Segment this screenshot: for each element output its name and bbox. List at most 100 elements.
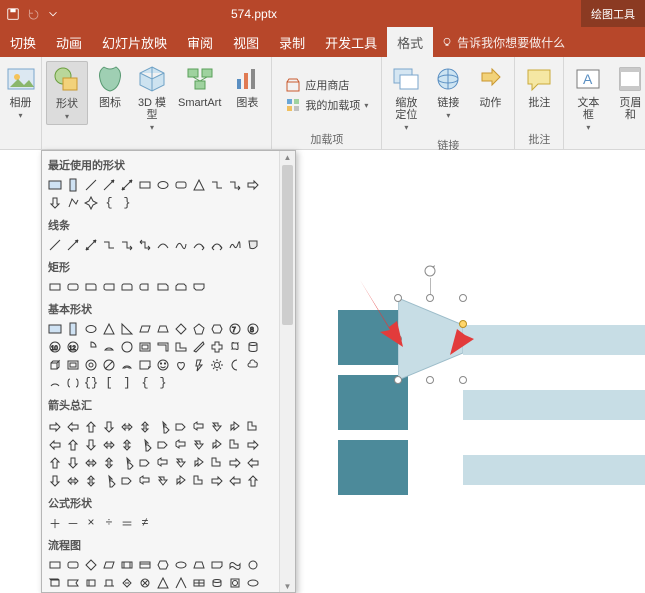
my-addins-button[interactable]: 我的加载项 ▾ [281,96,372,114]
shape-line-double[interactable] [118,176,136,194]
handle-tl[interactable] [394,294,402,302]
shapes-scrollbar[interactable]: ▲ ▼ [279,151,295,592]
shape-flow-15[interactable] [100,574,118,592]
shape-arrow-1[interactable] [64,418,82,436]
shape-arrow-34[interactable] [226,454,244,472]
shape-oct[interactable]: 8 [244,320,262,338]
handle-mr[interactable] [459,335,467,343]
scroll-down-icon[interactable]: ▼ [280,580,295,592]
tab-developer[interactable]: 开发工具 [315,27,387,57]
shape-teardrop[interactable] [118,338,136,356]
shape-flow-3[interactable] [100,556,118,574]
shape-arrow-15[interactable] [100,436,118,454]
shape-halfframe[interactable] [154,338,172,356]
shape-flow-22[interactable] [226,574,244,592]
shape-moon[interactable] [226,356,244,374]
shape-arrow-0[interactable] [46,418,64,436]
shape-flow-9[interactable] [208,556,226,574]
3d-models-button[interactable]: 3D 模型▾ [132,61,172,135]
shape-arrow-20[interactable] [190,436,208,454]
shape-freeform[interactable] [64,194,82,212]
shape-ellipse2[interactable] [82,320,100,338]
shape-chord[interactable] [100,338,118,356]
shape-arrow-26[interactable] [82,454,100,472]
shape-eq-eq[interactable]: ＝ [118,514,136,532]
qat-dropdown-icon[interactable] [46,7,60,21]
shape-arrow-25[interactable] [64,454,82,472]
shape-eq-minus[interactable]: － [64,514,82,532]
shape-line-1[interactable] [46,236,64,254]
shape-conn-1[interactable] [100,236,118,254]
slide-canvas[interactable] [298,150,645,593]
tell-me[interactable]: 告诉我你想要做什么 [433,27,573,57]
shape-arrow-22[interactable] [226,436,244,454]
shape-arrow-44[interactable] [190,472,208,490]
shape-triangle[interactable] [190,176,208,194]
shape-arrow-30[interactable] [154,454,172,472]
handle-ml[interactable] [394,335,402,343]
shape-flow-16[interactable] [118,574,136,592]
handle-br[interactable] [459,376,467,384]
shape-hept[interactable]: 7 [226,320,244,338]
shape-cube[interactable] [46,356,64,374]
shape-flow-19[interactable] [172,574,190,592]
shape-flow-1[interactable] [64,556,82,574]
handle-adjust[interactable] [459,320,467,328]
chart-track-3[interactable] [463,455,645,485]
shape-arrow-41[interactable] [136,472,154,490]
shapes-button[interactable]: 形状▾ [46,61,88,125]
shape-lshape[interactable] [172,338,190,356]
shape-donut[interactable] [82,356,100,374]
tab-slideshow[interactable]: 幻灯片放映 [92,27,177,57]
chart-track-1[interactable] [463,325,645,355]
shape-arrow-43[interactable] [172,472,190,490]
shape-flow-18[interactable] [154,574,172,592]
selected-shape[interactable] [398,298,463,380]
shape-arrow-33[interactable] [208,454,226,472]
tab-recording[interactable]: 录制 [269,27,315,57]
shape-heart[interactable] [172,356,190,374]
store-button[interactable]: 应用商店 [281,76,372,94]
shape-curve-2[interactable] [172,236,190,254]
shape-rect-8[interactable] [172,278,190,296]
comment-button[interactable]: 批注 [519,61,559,111]
shape-arrow-31[interactable] [172,454,190,472]
shape-arrow-42[interactable] [154,472,172,490]
shape-rounded-rect[interactable] [172,176,190,194]
shape-textbox[interactable] [46,176,64,194]
shape-eq-neq[interactable]: ≠ [136,514,154,532]
shape-arrow-4[interactable] [118,418,136,436]
shapes-gallery-panel[interactable]: 最近使用的形状 { } 线条 [41,150,296,593]
smartart-button[interactable]: SmartArt [174,61,225,111]
shape-flow-14[interactable] [82,574,100,592]
shape-arrow-17[interactable] [136,436,154,454]
shape-line-2[interactable] [64,236,82,254]
shape-arrow-27[interactable] [100,454,118,472]
shape-arrow-21[interactable] [208,436,226,454]
shape-rect-9[interactable] [190,278,208,296]
tab-animations[interactable]: 动画 [46,27,92,57]
scroll-thumb[interactable] [282,165,293,325]
shape-arrow-9[interactable] [208,418,226,436]
shape-dodec[interactable]: 12 [64,338,82,356]
shape-diagstripe[interactable] [190,338,208,356]
shape-arrow-14[interactable] [82,436,100,454]
shape-dec[interactable]: 10 [46,338,64,356]
shape-rect-4[interactable] [100,278,118,296]
shape-conn-2[interactable] [118,236,136,254]
shape-arrow-47[interactable] [244,472,262,490]
tab-transitions[interactable]: 切换 [0,27,46,57]
link-button[interactable]: 链接▾ [428,61,468,123]
shape-arrow-3[interactable] [100,418,118,436]
photo-album-button[interactable]: 相册▾ [1,61,41,123]
shape-flow-21[interactable] [208,574,226,592]
shape-arrow-45[interactable] [208,472,226,490]
shape-para[interactable] [136,320,154,338]
shape-flow-17[interactable] [136,574,154,592]
shape-flow-0[interactable] [46,556,64,574]
shape-arrow-40[interactable] [118,472,136,490]
shape-textbox2[interactable] [46,320,64,338]
shape-rect-5[interactable] [118,278,136,296]
handle-bm[interactable] [426,376,434,384]
shape-frame[interactable] [136,338,154,356]
